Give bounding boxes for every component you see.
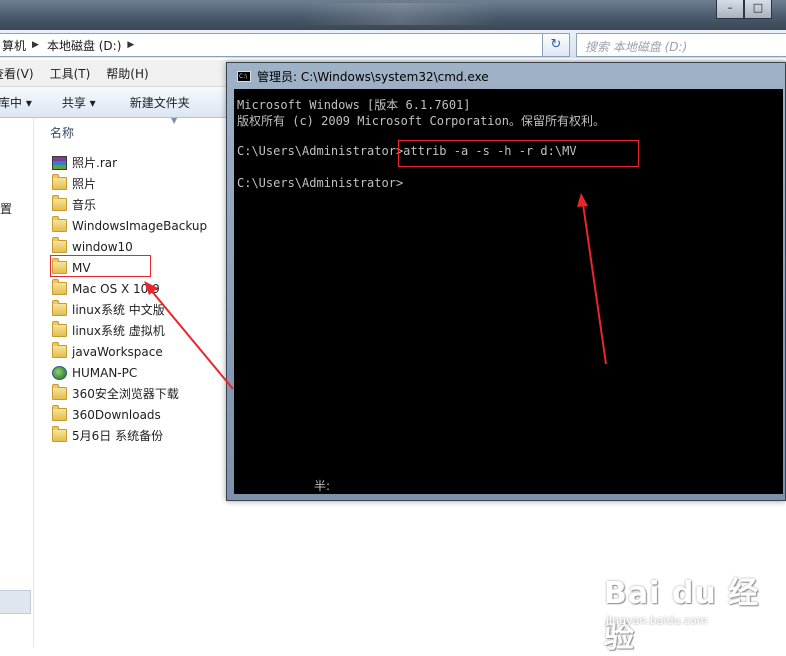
- arrow-to-mv-folder: [144, 281, 234, 390]
- arrow-to-command: [577, 193, 607, 365]
- annotation-arrows: [144, 193, 607, 390]
- watermark-url: jingyan.baidu.com: [606, 614, 708, 627]
- baidu-jingyan-watermark-logo: Bai du 经验: [604, 576, 760, 655]
